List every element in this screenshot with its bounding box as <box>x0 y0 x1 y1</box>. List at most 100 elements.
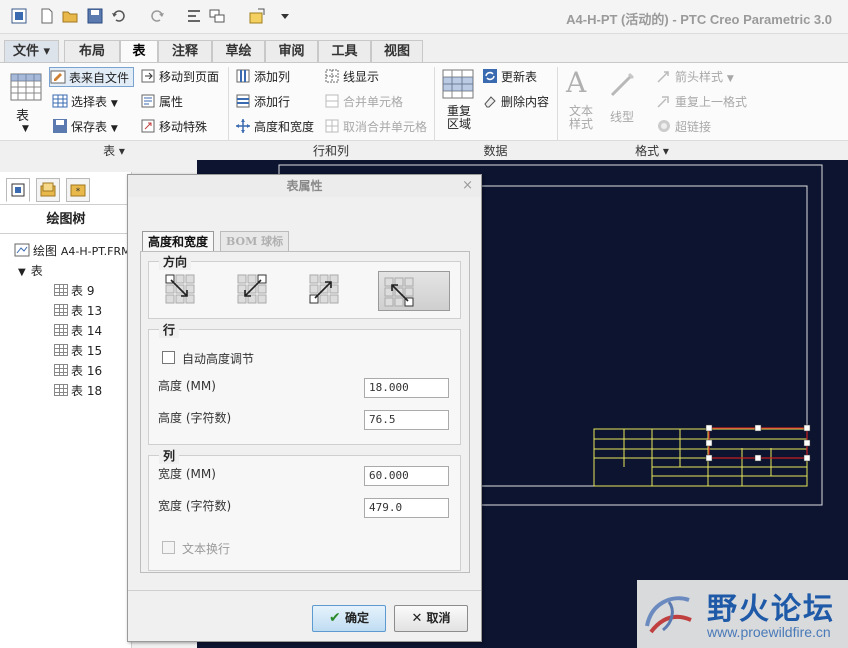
auto-height-checkbox[interactable] <box>162 351 175 364</box>
select-table-button[interactable]: 选择表 ▼ <box>52 92 118 112</box>
check-icon: ✔ <box>329 610 341 626</box>
tab-file[interactable]: 文件 ▾ <box>4 40 59 62</box>
eraser-icon <box>484 96 496 108</box>
tree-item-table[interactable]: 表 18 <box>54 382 102 400</box>
tree-node-tables[interactable]: ▼ 表 <box>18 262 43 280</box>
move-special-label: 移动特殊 <box>159 120 208 134</box>
tree-item-label: 表 18 <box>71 384 103 398</box>
table-from-file-label: 表来自文件 <box>69 71 130 85</box>
group-label-rows-cols: 行和列 <box>312 144 349 158</box>
tab-table[interactable]: 表 <box>120 40 158 64</box>
row-height-mm-label: 高度 (MM) <box>158 379 216 393</box>
direction-up-right-icon[interactable] <box>308 273 340 305</box>
tree-item-table[interactable]: 表 14 <box>54 322 102 340</box>
watermark-url: www.proewildfire.cn <box>707 624 831 640</box>
col-width-chars-label: 宽度 (字符数) <box>158 499 232 513</box>
tab-drawing-tree[interactable] <box>6 178 30 202</box>
add-row-label: 添加行 <box>254 95 291 109</box>
open-folder-icon[interactable] <box>61 7 79 25</box>
left-panel: * 绘图树 绘图 A4-H-PT.FRM ▼ 表 表 9 表 13 表 14 表 … <box>0 172 132 648</box>
tab-view[interactable]: 视图 <box>371 40 423 62</box>
ribbon-tabs: 文件 ▾ 布局 表 注释 草绘 审阅 工具 视图 <box>0 40 848 64</box>
app-icon <box>11 8 27 24</box>
table-dropdown-icon[interactable]: ▼ <box>22 119 29 139</box>
ok-label: 确定 <box>344 611 369 625</box>
close-window-icon[interactable] <box>248 7 266 25</box>
ok-button[interactable]: ✔ 确定 <box>312 605 386 632</box>
redo-icon[interactable] <box>148 7 166 25</box>
save-table-label: 保存表 <box>71 120 108 134</box>
tab-folder-browser[interactable] <box>36 178 60 202</box>
tab-bom-balloons[interactable]: BOM 球标 <box>220 231 290 251</box>
direction-down-left-icon[interactable] <box>236 273 268 305</box>
merge-cells-label: 合并单元格 <box>343 95 404 109</box>
favorites-icon: * <box>70 184 86 197</box>
text-style-button[interactable]: 文本样式 <box>568 105 594 133</box>
direction-up-left-button[interactable] <box>378 271 450 311</box>
tab-favorites[interactable]: * <box>66 178 90 202</box>
close-icon[interactable]: × <box>462 178 473 193</box>
row-height-mm-field[interactable]: 18.000 <box>364 378 449 398</box>
tab-annotate[interactable]: 注释 <box>158 40 212 62</box>
line-style-button[interactable]: 线型 <box>610 107 634 127</box>
tree-item-label: 表 14 <box>71 324 103 338</box>
save-table-button[interactable]: 保存表 ▼ <box>52 117 118 137</box>
arrow-style-button[interactable]: 箭头样式 ▼ <box>656 67 734 87</box>
update-table-button[interactable]: 更新表 <box>482 67 537 87</box>
direction-up-left-icon <box>384 277 414 307</box>
save-icon[interactable] <box>86 7 104 25</box>
height-width-button[interactable]: 高度和宽度 <box>235 117 314 137</box>
col-width-chars-field[interactable]: 479.0 <box>364 498 449 518</box>
format-painter-icon <box>657 96 669 108</box>
add-row-icon <box>236 94 250 108</box>
tab-review[interactable]: 审阅 <box>265 40 318 62</box>
expand-arrow-icon[interactable]: ▼ <box>18 267 26 278</box>
properties-button[interactable]: 属性 <box>140 92 183 112</box>
repeat-last-format-button[interactable]: 重复上一格式 <box>656 92 747 112</box>
tree-item-table[interactable]: 表 16 <box>54 362 102 380</box>
chevron-down-icon: ▼ <box>110 99 118 109</box>
tree-node-tables-label: 表 <box>30 264 43 278</box>
cancel-button[interactable]: ✕ 取消 <box>394 605 468 632</box>
col-width-mm-field[interactable]: 60.000 <box>364 466 449 486</box>
tab-sketch[interactable]: 草绘 <box>212 40 265 62</box>
row-height-chars-field[interactable]: 76.5 <box>364 410 449 430</box>
line-display-button[interactable]: 线显示 <box>324 67 379 87</box>
customize-toolbar-icon[interactable] <box>276 7 294 25</box>
group-label-table[interactable]: 表 ▾ <box>0 142 228 161</box>
unmerge-cells-button[interactable]: 取消合并单元格 <box>324 117 427 137</box>
regenerate-icon[interactable] <box>185 7 203 25</box>
add-row-button[interactable]: 添加行 <box>235 92 290 112</box>
move-to-page-label: 移动到页面 <box>159 70 220 84</box>
tab-height-width[interactable]: 高度和宽度 <box>142 231 215 251</box>
group-label-format[interactable]: 格式 ▾ <box>557 142 747 161</box>
tree-node-drawing[interactable]: 绘图 A4-H-PT.FRM <box>14 242 131 260</box>
update-table-label: 更新表 <box>501 70 538 84</box>
chevron-down-icon: ▼ <box>110 124 118 134</box>
add-column-button[interactable]: 添加列 <box>235 67 290 87</box>
arrow-style-icon <box>657 71 669 83</box>
merge-cells-button[interactable]: 合并单元格 <box>324 92 403 112</box>
line-display-label: 线显示 <box>343 70 380 84</box>
repeat-region-button[interactable]: 重复区域 <box>446 105 472 133</box>
move-special-button[interactable]: 移动特殊 <box>140 117 207 137</box>
move-to-page-button[interactable]: 移动到页面 <box>140 67 219 87</box>
group-label-data: 数据 <box>483 144 508 158</box>
tab-layout[interactable]: 布局 <box>64 40 120 62</box>
windows-icon[interactable] <box>208 7 226 25</box>
line-display-icon <box>325 69 339 83</box>
direction-down-right-icon[interactable] <box>164 273 196 305</box>
table-large-icon <box>10 73 42 101</box>
hyperlink-button[interactable]: 超链接 <box>656 117 711 137</box>
new-file-icon[interactable] <box>38 7 56 25</box>
tree-item-table[interactable]: 表 15 <box>54 342 102 360</box>
delete-content-button[interactable]: 删除内容 <box>482 92 549 112</box>
tab-tools[interactable]: 工具 <box>318 40 371 62</box>
tree-item-table[interactable]: 表 13 <box>54 302 102 320</box>
ribbon-group-labels: 表 ▾ 行和列 数据 格式 ▾ <box>0 140 848 162</box>
tree-item-table[interactable]: 表 9 <box>54 282 94 300</box>
undo-icon[interactable] <box>110 7 128 25</box>
table-from-file-button[interactable]: 表来自文件 <box>49 67 135 87</box>
window-title: A4-H-PT (活动的) - PTC Creo Parametric 3.0 <box>566 12 832 27</box>
text-wrap-checkbox[interactable] <box>162 541 175 554</box>
